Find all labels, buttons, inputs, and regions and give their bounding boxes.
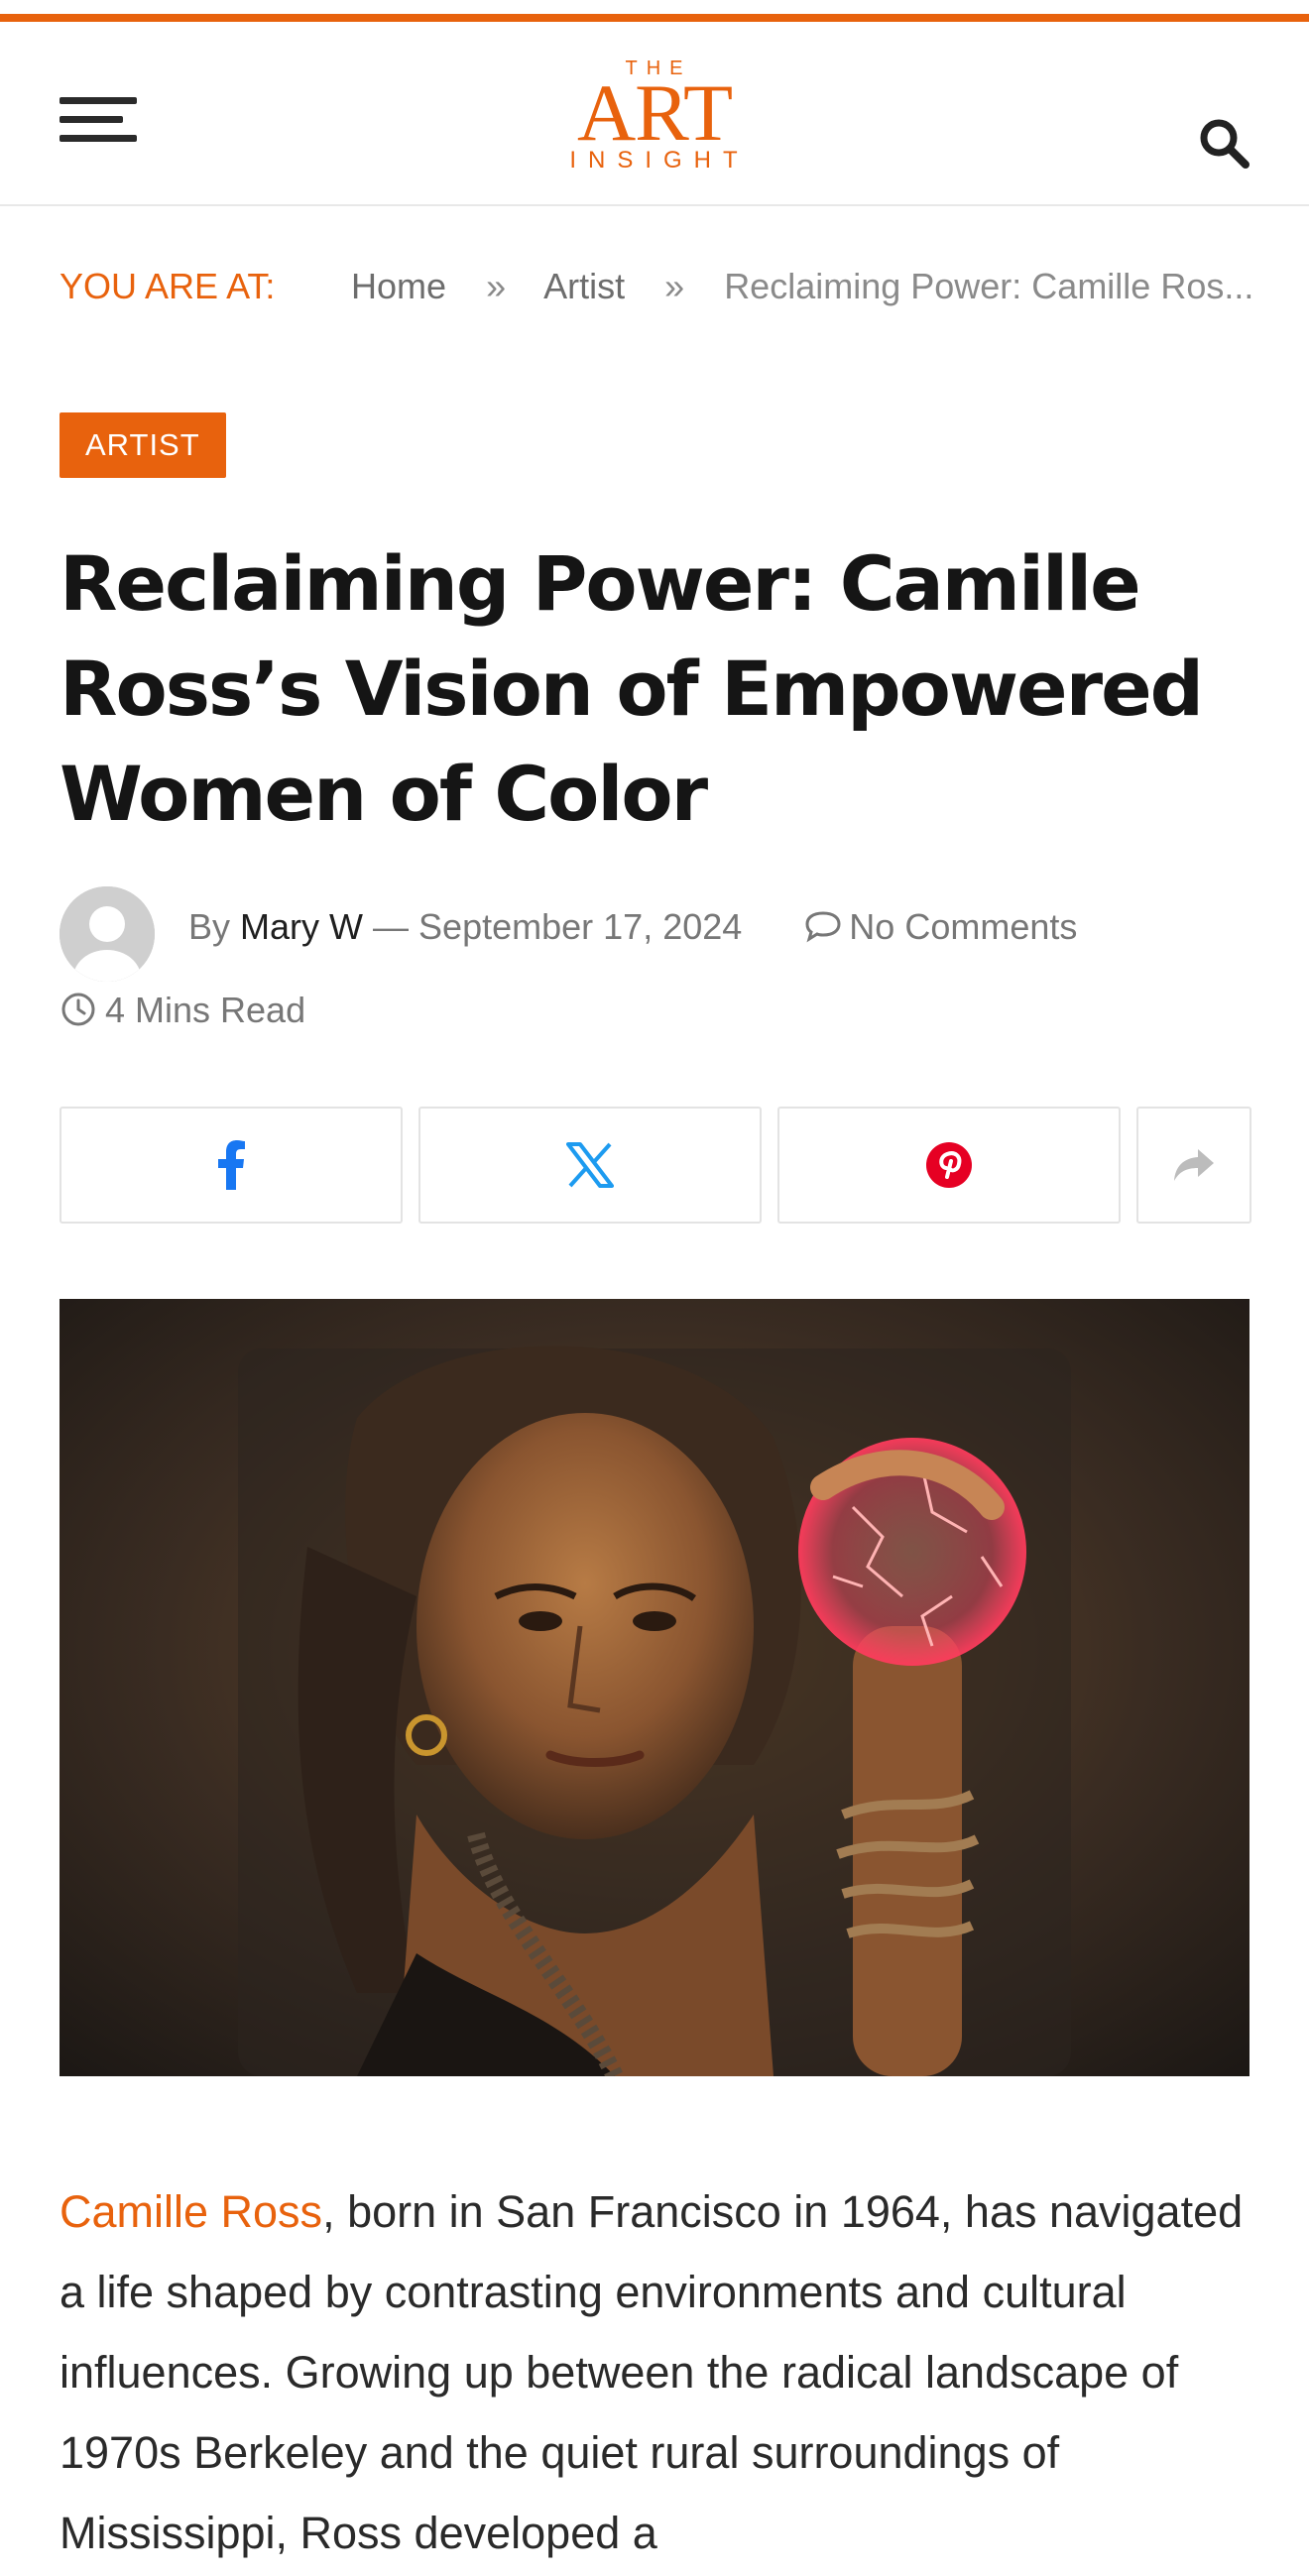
meta-dash: —	[373, 906, 410, 947]
more-share-button[interactable]	[1136, 1107, 1251, 1224]
site-header: THE ART INSIGHT	[0, 22, 1309, 206]
breadcrumb: YOU ARE AT: Home » Artist » Reclaiming P…	[60, 266, 1254, 307]
category-badge[interactable]: ARTIST	[60, 412, 226, 478]
comment-icon	[805, 911, 841, 943]
hamburger-line	[60, 116, 123, 123]
comments-link[interactable]: No Comments	[803, 906, 1077, 947]
share-icon	[1174, 1149, 1214, 1181]
comments-count: No Comments	[849, 906, 1078, 947]
author-name[interactable]: Mary W	[240, 906, 363, 947]
author-avatar[interactable]	[60, 886, 155, 982]
hero-image	[60, 1299, 1250, 2076]
search-icon[interactable]	[1196, 115, 1251, 171]
hamburger-line	[60, 97, 137, 104]
publish-date: September 17, 2024	[418, 906, 743, 947]
artwork-image	[60, 1299, 1250, 2076]
body-paragraph: , born in San Francisco in 1964, has nav…	[60, 2186, 1244, 2558]
pinterest-share-button[interactable]	[777, 1107, 1121, 1224]
read-time: 4 Mins Read	[60, 990, 305, 1031]
artist-link[interactable]: Camille Ross	[60, 2186, 322, 2237]
logo-insight: INSIGHT	[569, 147, 750, 174]
facebook-icon	[218, 1140, 245, 1190]
site-logo[interactable]: THE ART INSIGHT	[555, 58, 754, 188]
article-meta: By Mary W — September 17, 2024 No Commen…	[60, 886, 1250, 1045]
x-icon	[566, 1142, 614, 1188]
read-time-text: 4 Mins Read	[105, 990, 306, 1030]
by-label: By	[188, 906, 231, 947]
hamburger-icon[interactable]	[60, 97, 137, 149]
breadcrumb-artist[interactable]: Artist	[543, 266, 625, 306]
share-bar	[60, 1107, 1251, 1224]
hamburger-line	[60, 135, 137, 142]
article-title: Reclaiming Power: Camille Ross’s Vision …	[60, 539, 1204, 838]
article-body: Camille Ross, born in San Francisco in 1…	[60, 2171, 1250, 2573]
facebook-share-button[interactable]	[60, 1107, 403, 1224]
logo-art: ART	[576, 67, 733, 158]
breadcrumb-home[interactable]: Home	[351, 266, 446, 306]
breadcrumb-separator: »	[664, 266, 685, 306]
top-accent-bar	[0, 14, 1309, 22]
x-share-button[interactable]	[418, 1107, 762, 1224]
breadcrumb-current: Reclaiming Power: Camille Ros...	[724, 266, 1254, 306]
pinterest-icon	[926, 1142, 972, 1188]
breadcrumb-separator: »	[486, 266, 507, 306]
meta-byline: By Mary W — September 17, 2024 No Commen…	[188, 906, 1077, 948]
clock-icon	[61, 993, 95, 1026]
breadcrumb-label: YOU ARE AT:	[60, 266, 276, 306]
